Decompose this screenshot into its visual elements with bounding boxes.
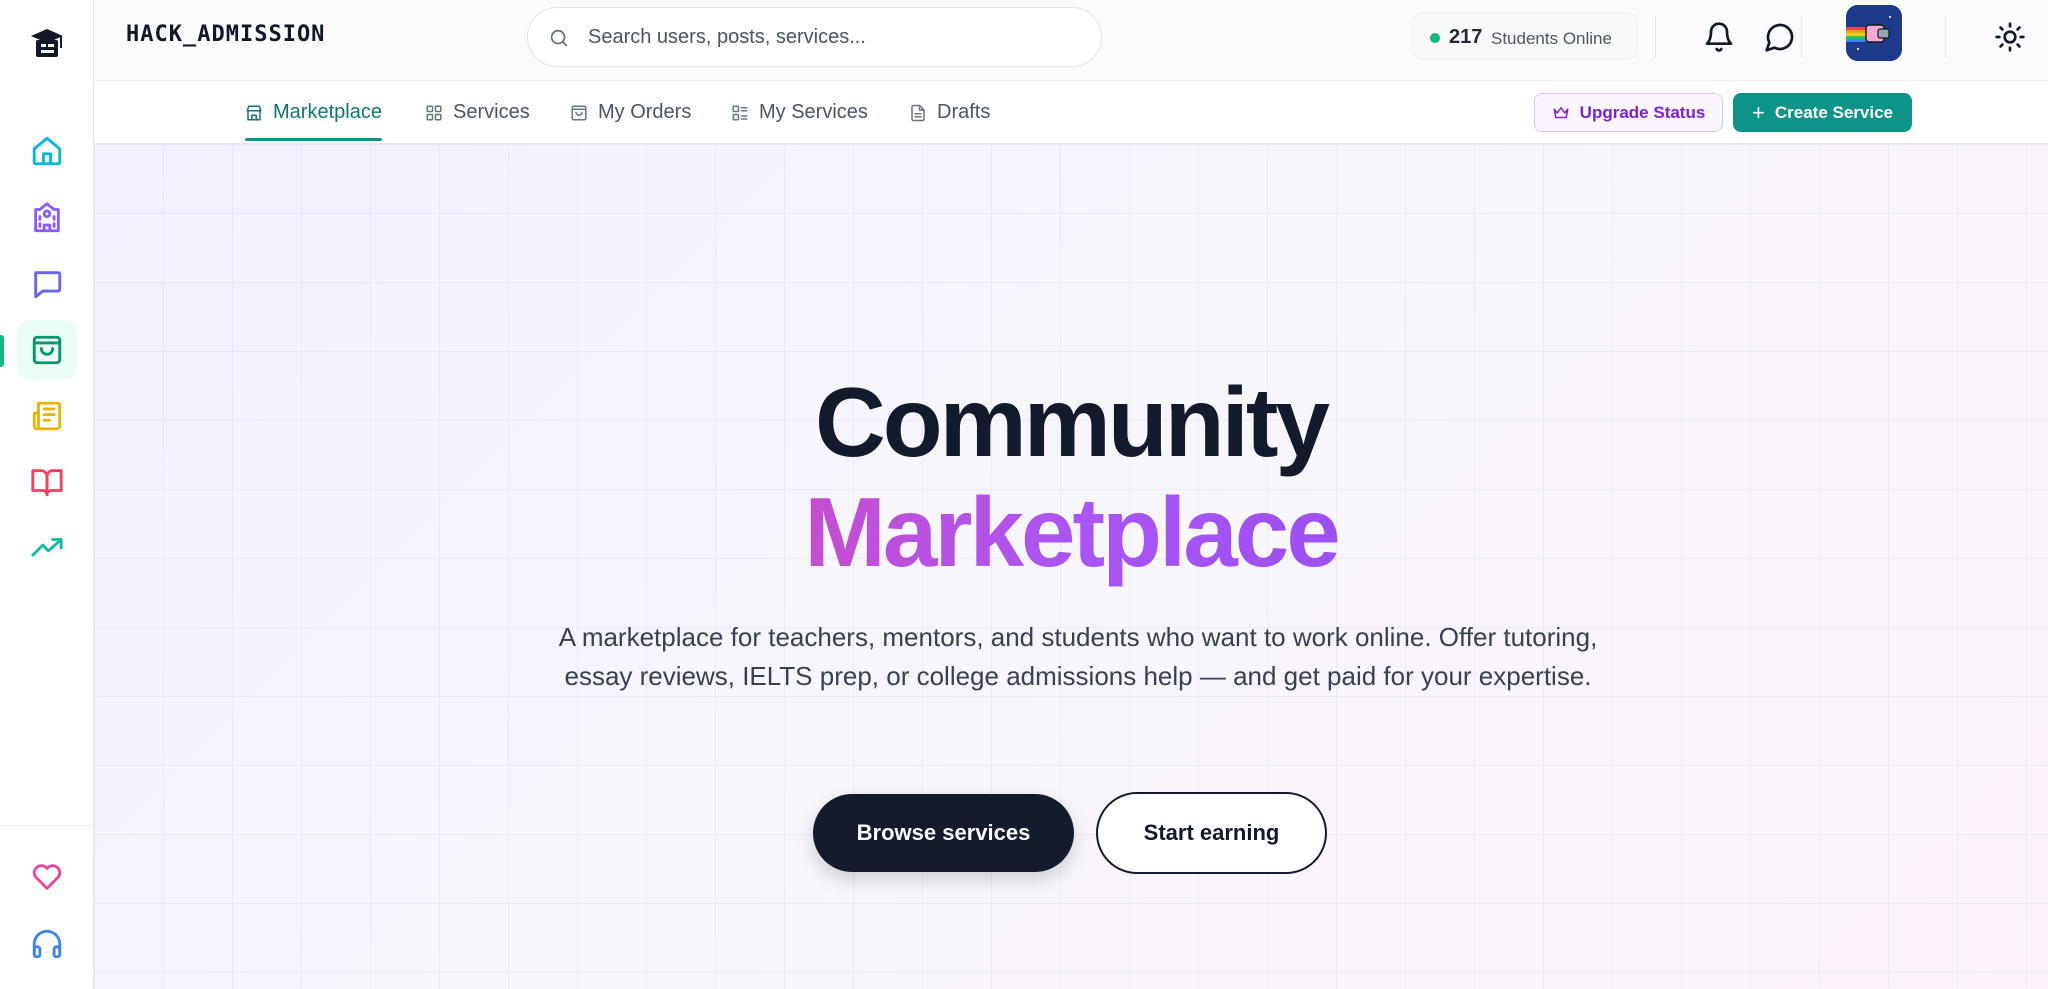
online-status-dot <box>1430 33 1440 43</box>
create-service-button[interactable]: + Create Service <box>1733 93 1912 132</box>
active-indicator <box>0 335 4 367</box>
crown-icon <box>1553 106 1569 118</box>
bag-icon <box>571 105 587 120</box>
tab-label: Marketplace <box>273 101 382 123</box>
trending-up-icon <box>31 538 63 557</box>
browse-services-button[interactable]: Browse services <box>813 794 1074 872</box>
shopping-bag-icon <box>32 335 62 365</box>
marketplace-hero: Community Marketplace A marketplace for … <box>94 144 2048 989</box>
sidebar-item-favorites[interactable] <box>17 847 77 907</box>
tab-marketplace[interactable]: Marketplace <box>245 81 382 144</box>
sidebar-item-home[interactable] <box>17 121 77 181</box>
search-input[interactable] <box>588 8 1078 66</box>
chat-icon <box>1765 23 1794 52</box>
store-icon <box>246 105 262 120</box>
upgrade-status-button[interactable]: Upgrade Status <box>1534 93 1723 132</box>
user-avatar[interactable] <box>1846 5 1902 61</box>
hero-title-gradient: Marketplace <box>804 477 1341 587</box>
book-open-icon <box>31 469 63 497</box>
header-divider <box>1801 16 1802 58</box>
messages-button[interactable] <box>1758 15 1802 59</box>
start-earning-button[interactable]: Start earning <box>1096 792 1327 874</box>
university-icon <box>34 202 60 233</box>
online-count: 217 <box>1449 26 1483 48</box>
home-icon <box>32 136 62 166</box>
sidebar-item-messages[interactable] <box>17 254 77 314</box>
hero-title-line1: Community <box>815 367 1330 477</box>
hero-title-line2: Marketplace <box>94 476 2048 589</box>
search-bar[interactable] <box>527 7 1102 67</box>
marketplace-subnav: Marketplace Services My Orders My Servic… <box>94 81 2048 144</box>
sun-icon <box>1995 22 2025 52</box>
tab-drafts[interactable]: Drafts <box>909 81 990 144</box>
create-label: Create Service <box>1774 102 1893 122</box>
heart-icon <box>32 864 62 890</box>
sidebar-item-library[interactable] <box>17 452 77 512</box>
tab-label: My Orders <box>598 101 692 123</box>
bell-icon <box>1705 22 1733 52</box>
grid-icon <box>426 105 442 120</box>
sidebar-item-marketplace[interactable] <box>17 320 77 380</box>
search-icon <box>550 29 568 47</box>
sidebar-item-trends[interactable] <box>17 518 77 578</box>
tab-services[interactable]: Services <box>425 81 530 144</box>
header-divider <box>1945 16 1946 58</box>
nyan-cat-avatar-icon <box>1846 5 1902 61</box>
sidebar <box>0 0 94 989</box>
plus-icon: + <box>1752 99 1765 125</box>
message-icon <box>34 271 62 299</box>
brand-name[interactable]: HACK_ADMISSION <box>126 22 325 47</box>
tab-label: Drafts <box>937 101 991 123</box>
sidebar-divider <box>0 825 94 826</box>
sidebar-item-support[interactable] <box>17 914 77 974</box>
tab-my-services[interactable]: My Services <box>731 81 868 144</box>
upgrade-label: Upgrade Status <box>1579 102 1706 122</box>
newspaper-icon <box>32 401 62 431</box>
sidebar-item-university[interactable] <box>17 188 77 248</box>
students-online-badge: 217 Students Online <box>1412 13 1638 59</box>
sidebar-item-news[interactable] <box>17 386 77 446</box>
notifications-button[interactable] <box>1697 15 1741 59</box>
theme-toggle-button[interactable] <box>1988 15 2032 59</box>
online-label: Students Online <box>1491 29 1612 48</box>
list-icon <box>732 105 748 120</box>
file-icon <box>911 104 925 121</box>
hero-description: A marketplace for teachers, mentors, and… <box>558 622 1598 691</box>
top-header: HACK_ADMISSION 217 Students Online <box>94 0 2048 81</box>
headphones-icon <box>32 929 62 959</box>
header-divider <box>1655 16 1656 58</box>
graduation-cap-logo-icon[interactable] <box>27 24 67 64</box>
tab-label: My Services <box>759 101 868 123</box>
tab-label: Services <box>453 101 530 123</box>
tab-my-orders[interactable]: My Orders <box>570 81 691 144</box>
